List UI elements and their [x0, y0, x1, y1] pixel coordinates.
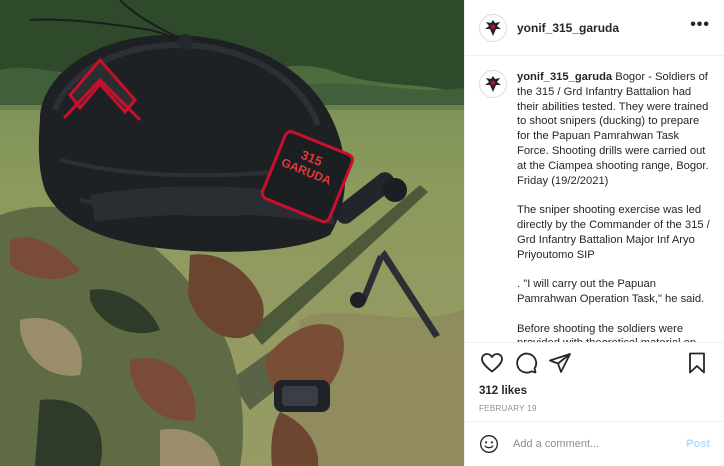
garuda-logo-icon — [485, 19, 501, 36]
caption-avatar[interactable] — [479, 70, 507, 98]
caption-paragraph: . "I will carry out the Papuan Pamrahwan… — [517, 278, 705, 305]
bookmark-icon[interactable] — [685, 351, 709, 375]
share-icon[interactable] — [548, 351, 572, 375]
heart-icon[interactable] — [480, 351, 504, 375]
instagram-post: 315 GARUDA yonif_315_garuda ••• yonif_31… — [0, 0, 724, 466]
post-caption: yonif_315_garuda Bogor - Soldiers of the… — [517, 70, 710, 342]
action-bar — [465, 342, 724, 382]
comments-area[interactable]: yonif_315_garuda Bogor - Soldiers of the… — [465, 56, 724, 342]
post-header: yonif_315_garuda ••• — [465, 0, 724, 56]
comment-icon[interactable] — [514, 351, 538, 375]
post-side-panel: yonif_315_garuda ••• yonif_315_garuda Bo… — [464, 0, 724, 466]
add-comment-bar: Post — [465, 422, 724, 466]
post-date[interactable]: FEBRUARY 19 — [465, 400, 724, 422]
caption-username[interactable]: yonif_315_garuda — [517, 71, 612, 83]
post-comment-button[interactable]: Post — [686, 438, 710, 450]
garuda-logo-icon — [485, 76, 501, 92]
emoji-icon[interactable] — [479, 434, 499, 454]
header-username[interactable]: yonif_315_garuda — [517, 21, 690, 35]
comment-input[interactable] — [511, 437, 687, 451]
soldier-sniper-illustration — [0, 0, 464, 466]
caption-paragraph: The sniper shooting exercise was led dir… — [517, 204, 710, 261]
caption-paragraph: yonif_315_garuda Bogor - Soldiers of the… — [517, 70, 710, 188]
caption-paragraph: Before shooting the soldiers were provid… — [517, 322, 696, 342]
likes-count[interactable]: 312 likes — [465, 382, 724, 400]
caption-text: Bogor - Soldiers of the 315 / Grd Infant… — [517, 71, 709, 187]
avatar[interactable] — [479, 13, 507, 42]
post-photo[interactable]: 315 GARUDA — [0, 0, 464, 466]
more-options-icon[interactable]: ••• — [690, 16, 710, 39]
